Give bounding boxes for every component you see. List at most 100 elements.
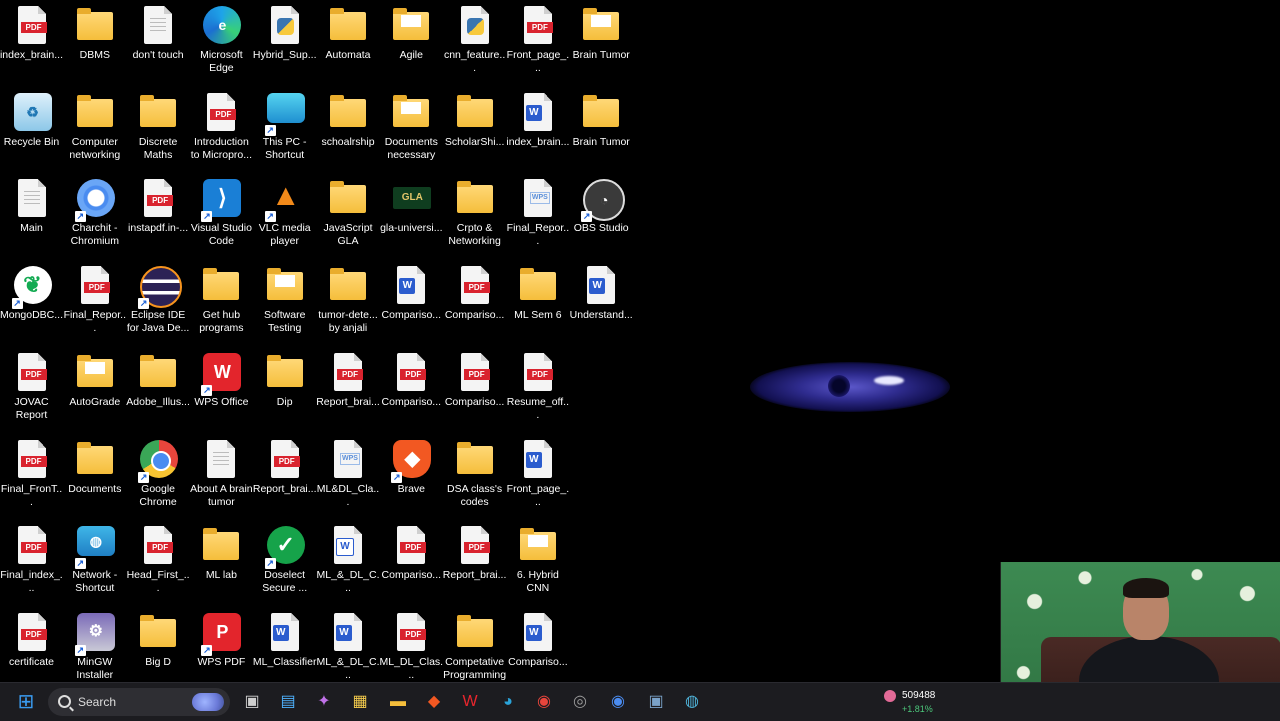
desktop-icon[interactable]: Get hub programs [190, 260, 253, 346]
file-explorer-button[interactable]: ▬ [386, 690, 410, 714]
desktop-icon[interactable]: PDF Report_brai... [316, 347, 380, 433]
desktop-icon[interactable]: PDF ML_DL_Clas... [379, 607, 443, 693]
microsoft-store-button[interactable]: ▦ [348, 690, 372, 714]
desktop-icon[interactable]: AutoGrade [63, 347, 126, 433]
chrome-taskbar-button[interactable]: ◉ [532, 690, 556, 714]
desktop-icon[interactable]: Documents [63, 434, 126, 520]
desktop-icon[interactable]: PDF Compariso... [443, 347, 506, 433]
desktop-icon[interactable]: Computer networking [63, 87, 126, 173]
desktop-icon[interactable]: W ML_&_DL_C... [316, 607, 380, 693]
desktop-icon[interactable]: W Compariso... [380, 260, 443, 346]
desktop-icon-glyph: W [579, 264, 623, 308]
desktop-icon[interactable]: P ↗ WPS PDF [190, 607, 253, 693]
desktop-icon[interactable]: ◍ ↗ Network - Shortcut [63, 520, 126, 606]
widgets-button[interactable]: ▤ [276, 690, 300, 714]
wps-taskbar-button[interactable]: W [458, 690, 482, 714]
desktop-icon[interactable]: PDF instapdf.in-... [127, 173, 190, 259]
desktop-icon[interactable]: ML lab [190, 520, 253, 606]
desktop-icon[interactable]: JavaScript GLA [317, 173, 380, 259]
desktop-icon[interactable]: W Compariso... [506, 607, 569, 693]
desktop-icon[interactable]: Dip [253, 347, 316, 433]
desktop-icon[interactable]: WPS Final_Repor... [506, 173, 569, 259]
desktop-icon[interactable]: cnn_feature... [443, 0, 506, 86]
desktop-icon[interactable]: DBMS [63, 0, 126, 86]
copilot-button[interactable]: ✦ [312, 690, 336, 714]
desktop-icon[interactable]: Big D [127, 607, 190, 693]
desktop-icon[interactable]: PDF certificate [0, 607, 63, 693]
desktop-icon[interactable]: About A brain tumor [190, 434, 253, 520]
desktop-icon-label: Resume_off... [506, 395, 570, 421]
desktop-icon-label: Final_index_... [0, 569, 63, 595]
desktop-icon[interactable]: Main [0, 173, 63, 259]
edge-taskbar-button[interactable]: ◕ [496, 690, 520, 714]
desktop-icon[interactable]: PDF Compariso... [380, 347, 443, 433]
desktop-icon[interactable]: Crpto & Networking [443, 173, 506, 259]
desktop-icon[interactable]: ML Sem 6 [506, 260, 569, 346]
desktop-icon-glyph: PDF [389, 524, 433, 568]
desktop-icon[interactable]: Agile [380, 0, 443, 86]
network-taskbar-button[interactable]: ◍ [680, 690, 704, 714]
desktop-icon[interactable]: ◆ ↗ Brave [380, 434, 443, 520]
task-view-button[interactable]: ▣ [240, 690, 264, 714]
desktop-icon[interactable]: Brain Tumor [570, 0, 633, 86]
desktop-icon-label: certificate [9, 655, 54, 668]
desktop-icon[interactable]: PDF Report_brai... [443, 520, 506, 606]
desktop-icon[interactable]: PDF Introduction to Micropro... [190, 87, 253, 173]
stock-widget[interactable]: 509488 +1.81% [880, 687, 960, 717]
desktop-icon[interactable]: WPS ML&DL_Cla... [317, 434, 380, 520]
desktop-icon[interactable]: ↗ Charchit - Chromium [63, 173, 126, 259]
desktop-icon[interactable]: W ↗ WPS Office [190, 347, 253, 433]
desktop-icon[interactable]: ▲ ↗ VLC media player [253, 173, 316, 259]
desktop-icon[interactable]: PDF Final_Repor... [63, 260, 126, 346]
desktop-icon[interactable]: PDF Final_FronT... [0, 434, 63, 520]
desktop-icon-label: Documents [68, 482, 122, 495]
desktop-icon[interactable]: schoalrship [317, 87, 380, 173]
desktop-icon[interactable]: PDF Report_brai... [253, 434, 317, 520]
desktop-icon[interactable]: tumor-dete... by anjali [317, 260, 380, 346]
desktop-icon[interactable]: ScholarShi... [443, 87, 506, 173]
desktop-icon[interactable]: PDF Compariso... [380, 520, 443, 606]
desktop-icon[interactable]: ↗ Eclipse IDE for Java De... [127, 260, 190, 346]
desktop-icon[interactable]: PDF Compariso... [443, 260, 506, 346]
desktop-icon[interactable]: PDF JOVAC Report [0, 347, 63, 433]
folder-icon [456, 94, 493, 127]
desktop-icon[interactable]: W Front_page_... [506, 434, 569, 520]
start-button[interactable]: ⊞ [14, 690, 38, 714]
desktop-icon[interactable]: PDF Head_First_... [127, 520, 190, 606]
desktop-icon[interactable]: e Microsoft Edge [190, 0, 253, 86]
desktop-icon[interactable]: Discrete Maths [127, 87, 190, 173]
desktop-icon-label: ML_Classifier [252, 655, 317, 668]
desktop-icon[interactable]: Automata [317, 0, 380, 86]
desktop-icon[interactable]: W ML_Classifier [253, 607, 316, 693]
desktop-icon[interactable]: W ML_&_DL_C... [316, 520, 380, 606]
app-taskbar-button[interactable]: ▣ [644, 690, 668, 714]
desktop-icon[interactable]: PDF Front_page_... [506, 0, 569, 86]
desktop-icon[interactable]: ♻ Recycle Bin [0, 87, 63, 173]
desktop-icon[interactable]: Adobe_Illus... [126, 347, 190, 433]
desktop-icon[interactable]: Documents necessary [380, 87, 443, 173]
taskbar-search-box[interactable]: Search [48, 688, 230, 716]
brave-taskbar-button[interactable]: ◆ [422, 690, 446, 714]
desktop-icon[interactable]: ◔ ↗ OBS Studio [570, 173, 633, 259]
desktop-icon[interactable]: ⟩ ↗ Visual Studio Code [190, 173, 253, 259]
desktop-icon[interactable]: Windex_brain... [506, 87, 569, 173]
desktop-icon[interactable]: 6. Hybrid CNN Featur... [506, 520, 569, 606]
desktop-icon[interactable]: Hybrid_Sup... [253, 0, 317, 86]
desktop-icon[interactable]: Brain Tumor [570, 87, 633, 173]
desktop-icon[interactable]: PDF Final_index_... [0, 520, 63, 606]
chromium-taskbar-button[interactable]: ◉ [606, 690, 630, 714]
desktop-icon[interactable]: ↗ This PC - Shortcut [253, 87, 316, 173]
desktop-icon[interactable]: W Understand... [570, 260, 633, 346]
desktop-icon[interactable]: ⚙ ↗ MinGW Installer [63, 607, 126, 693]
desktop-icon[interactable]: ↗ Google Chrome [127, 434, 190, 520]
desktop-icon[interactable]: DSA class's codes [443, 434, 506, 520]
desktop-icon[interactable]: ❦ ↗ MongoDBC... [0, 260, 63, 346]
desktop-icon[interactable]: ✓ ↗ Doselect Secure ... [253, 520, 316, 606]
desktop-icon[interactable]: GLA gla-universi... [380, 173, 443, 259]
desktop-icon[interactable]: PDF Resume_off... [506, 347, 569, 433]
desktop-icon[interactable]: Software Testing [253, 260, 316, 346]
desktop-icon[interactable]: PDF index_brain... [0, 0, 63, 86]
obs-taskbar-button[interactable]: ◎ [568, 690, 592, 714]
desktop-icon[interactable]: Competative Programming [443, 607, 506, 693]
desktop-icon[interactable]: don't touch [127, 0, 190, 86]
